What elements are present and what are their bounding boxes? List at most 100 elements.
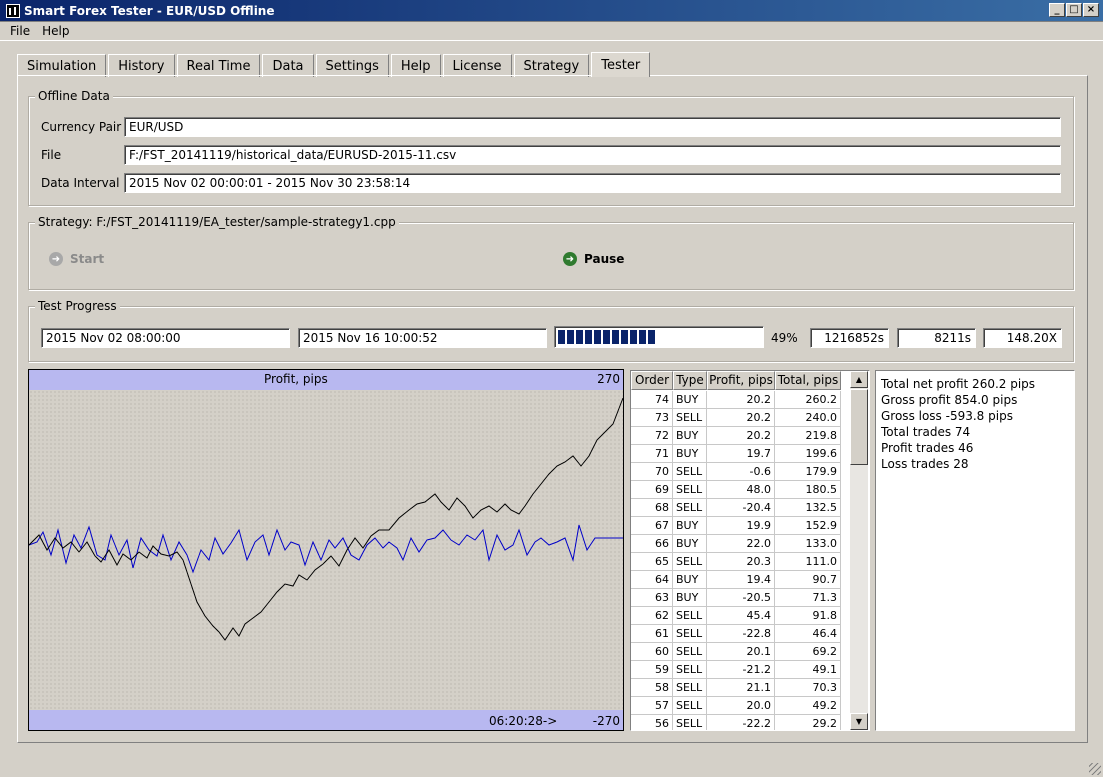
order-cell: 73 xyxy=(631,409,673,427)
table-row[interactable]: 66 BUY 22.0 133.0 xyxy=(631,535,841,553)
file-label: File xyxy=(41,148,62,162)
progress-percent: 49% xyxy=(771,331,798,345)
type-cell: SELL xyxy=(673,679,707,697)
tab-history[interactable]: History xyxy=(108,54,175,77)
table-row[interactable]: 69 SELL 48.0 180.5 xyxy=(631,481,841,499)
data-interval-field[interactable]: 2015 Nov 02 00:00:01 - 2015 Nov 30 23:58… xyxy=(124,173,1061,193)
table-row[interactable]: 57 SELL 20.0 49.2 xyxy=(631,697,841,715)
table-row[interactable]: 72 BUY 20.2 219.8 xyxy=(631,427,841,445)
header-profit[interactable]: Profit, pips xyxy=(707,371,775,390)
type-cell: BUY xyxy=(673,571,707,589)
arrow-right-icon: ➜ xyxy=(563,252,577,266)
test-progress-title: Test Progress xyxy=(35,299,120,313)
type-cell: BUY xyxy=(673,427,707,445)
total-cell: 46.4 xyxy=(775,625,841,643)
speed-field[interactable]: 148.20X xyxy=(983,328,1062,348)
profit-cell: 19.4 xyxy=(707,571,775,589)
table-row[interactable]: 58 SELL 21.1 70.3 xyxy=(631,679,841,697)
start-time-field[interactable]: 2015 Nov 02 08:00:00 xyxy=(41,328,290,348)
table-row[interactable]: 60 SELL 20.1 69.2 xyxy=(631,643,841,661)
scroll-thumb[interactable] xyxy=(850,389,868,465)
stat-line: Gross loss -593.8 pips xyxy=(881,409,1013,423)
type-cell: SELL xyxy=(673,625,707,643)
tab-tester[interactable]: Tester xyxy=(591,52,651,77)
profit-cell: 19.7 xyxy=(707,445,775,463)
order-cell: 56 xyxy=(631,715,673,730)
start-button[interactable]: ➜ Start xyxy=(49,252,104,266)
tab-real-time[interactable]: Real Time xyxy=(176,54,261,77)
close-button[interactable]: × xyxy=(1083,3,1099,17)
profit-cell: -21.2 xyxy=(707,661,775,679)
menu-help[interactable]: Help xyxy=(36,24,75,38)
type-cell: SELL xyxy=(673,661,707,679)
trades-table: Order Type Profit, pips Total, pips 74 BU… xyxy=(630,370,870,731)
order-cell: 70 xyxy=(631,463,673,481)
strategy-title: Strategy: F:/FST_20141119/EA_tester/samp… xyxy=(35,215,399,229)
order-cell: 58 xyxy=(631,679,673,697)
table-row[interactable]: 71 BUY 19.7 199.6 xyxy=(631,445,841,463)
profit-cell: 22.0 xyxy=(707,535,775,553)
menu-file[interactable]: File xyxy=(4,24,36,38)
stat-line: Total net profit 260.2 pips xyxy=(881,377,1036,391)
resize-grip[interactable] xyxy=(1089,763,1101,775)
total-cell: 199.6 xyxy=(775,445,841,463)
type-cell: SELL xyxy=(673,481,707,499)
trades-table-body: 74 BUY 20.2 260.2 73 SELL 20.2 240.0 72 BUY 20.2 21… xyxy=(631,391,841,730)
tab-simulation[interactable]: Simulation xyxy=(17,54,107,77)
order-cell: 71 xyxy=(631,445,673,463)
total-cell: 133.0 xyxy=(775,535,841,553)
trade-profit-line xyxy=(29,524,623,574)
profit-cell: -22.2 xyxy=(707,715,775,730)
table-row[interactable]: 67 BUY 19.9 152.9 xyxy=(631,517,841,535)
tab-bar: Simulation History Real Time Data Settin… xyxy=(17,52,652,77)
tab-help[interactable]: Help xyxy=(390,54,441,77)
order-cell: 67 xyxy=(631,517,673,535)
header-order[interactable]: Order xyxy=(631,371,673,390)
table-row[interactable]: 61 SELL -22.8 46.4 xyxy=(631,625,841,643)
app-icon xyxy=(6,3,20,18)
table-row[interactable]: 74 BUY 20.2 260.2 xyxy=(631,391,841,409)
maximize-button[interactable]: □ xyxy=(1066,3,1082,17)
profit-cell: -0.6 xyxy=(707,463,775,481)
table-row[interactable]: 59 SELL -21.2 49.1 xyxy=(631,661,841,679)
pause-label: Pause xyxy=(584,252,625,266)
current-time-field[interactable]: 2015 Nov 16 10:00:52 xyxy=(298,328,547,348)
stat-line: Gross profit 854.0 pips xyxy=(881,393,1018,407)
header-type[interactable]: Type xyxy=(673,371,707,390)
table-row[interactable]: 70 SELL -0.6 179.9 xyxy=(631,463,841,481)
scroll-down-button[interactable]: ▼ xyxy=(850,713,868,730)
table-scrollbar[interactable]: ▲ ▼ xyxy=(850,371,868,730)
tab-license[interactable]: License xyxy=(442,54,512,77)
menu-bar: File Help xyxy=(0,22,1103,41)
minimize-button[interactable]: _ xyxy=(1049,3,1065,17)
real-seconds-field[interactable]: 8211s xyxy=(897,328,976,348)
table-row[interactable]: 62 SELL 45.4 91.8 xyxy=(631,607,841,625)
table-row[interactable]: 65 SELL 20.3 111.0 xyxy=(631,553,841,571)
tab-settings[interactable]: Settings xyxy=(315,54,389,77)
table-row[interactable]: 73 SELL 20.2 240.0 xyxy=(631,409,841,427)
progress-fill xyxy=(558,330,657,344)
scroll-up-button[interactable]: ▲ xyxy=(850,371,868,388)
total-cell: 219.8 xyxy=(775,427,841,445)
table-row[interactable]: 68 SELL -20.4 132.5 xyxy=(631,499,841,517)
profit-cell: -20.4 xyxy=(707,499,775,517)
offline-data-title: Offline Data xyxy=(35,89,113,103)
table-row[interactable]: 64 BUY 19.4 90.7 xyxy=(631,571,841,589)
profit-cell: 20.2 xyxy=(707,391,775,409)
profit-cell: 45.4 xyxy=(707,607,775,625)
tab-strategy[interactable]: Strategy xyxy=(513,54,590,77)
total-cell: 111.0 xyxy=(775,553,841,571)
tab-data[interactable]: Data xyxy=(262,54,314,77)
file-field[interactable]: F:/FST_20141119/historical_data/EURUSD-2… xyxy=(124,145,1061,165)
sim-seconds-field[interactable]: 1216852s xyxy=(810,328,889,348)
pause-button[interactable]: ➜ Pause xyxy=(563,252,624,266)
header-total[interactable]: Total, pips xyxy=(775,371,841,390)
table-row[interactable]: 63 BUY -20.5 71.3 xyxy=(631,589,841,607)
order-cell: 57 xyxy=(631,697,673,715)
table-row[interactable]: 56 SELL -22.2 29.2 xyxy=(631,715,841,730)
order-cell: 62 xyxy=(631,607,673,625)
total-cell: 132.5 xyxy=(775,499,841,517)
total-cell: 180.5 xyxy=(775,481,841,499)
profit-cell: 20.2 xyxy=(707,427,775,445)
currency-pair-field[interactable]: EUR/USD xyxy=(124,117,1061,137)
